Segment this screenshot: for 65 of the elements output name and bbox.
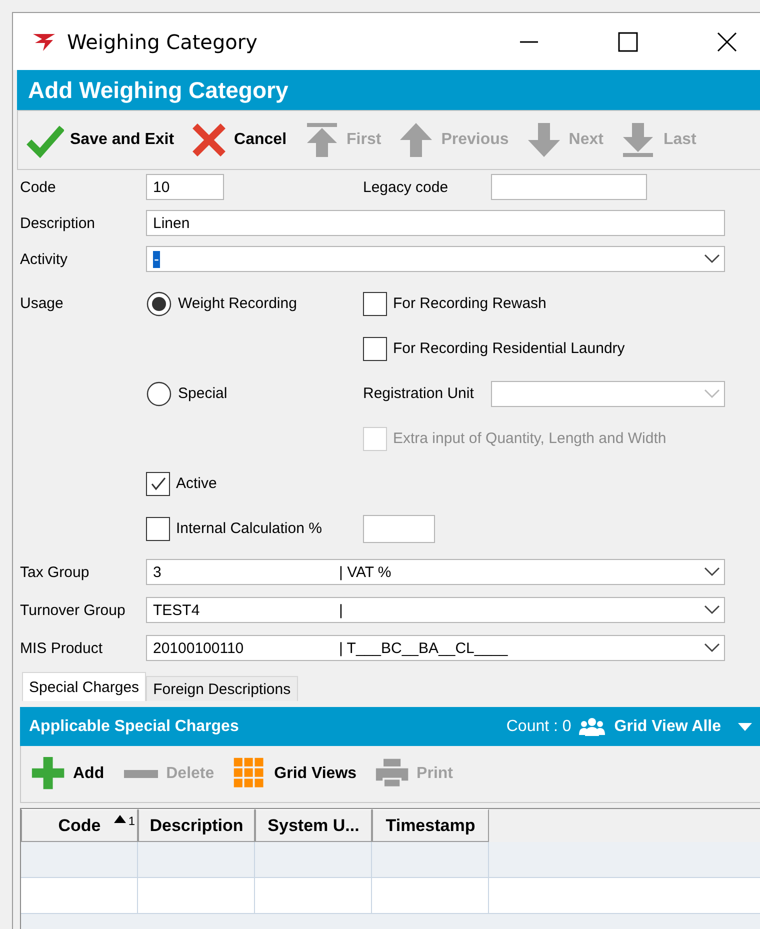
column-header[interactable]: Timestamp xyxy=(372,809,489,842)
checkbox[interactable] xyxy=(363,292,387,316)
checkbox[interactable] xyxy=(146,516,170,540)
checkmark-icon xyxy=(149,474,167,492)
radio-button[interactable] xyxy=(146,380,172,406)
column-header[interactable]: System U... xyxy=(255,809,372,842)
option-label: For Recording Rewash xyxy=(393,295,546,312)
field-label: MIS Product xyxy=(20,640,104,656)
checkbox[interactable] xyxy=(363,336,387,360)
tab[interactable]: Special Charges xyxy=(22,672,146,701)
dropdown-value: - xyxy=(153,250,160,268)
input-field[interactable] xyxy=(491,174,647,200)
column-header[interactable]: Description xyxy=(138,809,255,842)
dropdown-value: | T___BC__BA__CL____ xyxy=(339,640,509,656)
sort-indicator: 1 xyxy=(112,814,135,828)
option-label: Special xyxy=(178,385,228,402)
dropdown[interactable]: 20100100110 | T___BC__BA__CL____ xyxy=(146,635,725,661)
chevron-down-icon xyxy=(704,388,720,398)
option-label: Internal Calculation % xyxy=(176,520,322,537)
toolbar-button[interactable]: Grid Views xyxy=(232,756,357,792)
option-label: Weight Recording xyxy=(178,295,297,312)
option-label: Extra input of Quantity, Length and Width xyxy=(393,430,666,447)
chevron-down-icon xyxy=(704,567,720,577)
input-field[interactable]: 10 xyxy=(146,174,224,200)
option-label: Active xyxy=(176,475,217,492)
record-count: Count : 0 xyxy=(506,718,572,736)
toolbar-button[interactable]: Add xyxy=(31,756,104,792)
field-label: Turnover Group xyxy=(20,602,126,618)
field-label: Code xyxy=(20,178,57,196)
maximize-icon[interactable] xyxy=(616,30,640,54)
input-field[interactable] xyxy=(363,514,435,542)
dropdown-value: 20100100110 xyxy=(153,640,245,656)
column-header[interactable]: Code 1 xyxy=(21,809,138,842)
panel-title: Applicable Special Charges xyxy=(29,718,240,736)
dropdown-value: | VAT % xyxy=(339,564,392,580)
field-label: Legacy code xyxy=(363,178,450,196)
window-title: Weighing Category xyxy=(67,30,258,54)
dropdown-value: 3 xyxy=(153,564,162,580)
toolbar-button[interactable]: Save and Exit xyxy=(26,121,174,159)
dropdown[interactable]: - xyxy=(146,246,725,272)
form-header: Add Weighing Category xyxy=(17,70,760,110)
field-label: Activity xyxy=(20,250,69,268)
field-label: Usage xyxy=(20,295,64,312)
caret-down-icon[interactable] xyxy=(737,722,753,732)
field-label: Tax Group xyxy=(20,564,90,580)
field-label: Description xyxy=(20,214,96,232)
dropdown[interactable]: 3 | VAT % xyxy=(146,559,725,585)
plus-icon xyxy=(31,756,67,792)
close-icon[interactable] xyxy=(715,30,739,54)
dropdown[interactable]: TEST4 | xyxy=(146,597,725,623)
checkbox[interactable] xyxy=(146,472,170,496)
field-label: Registration Unit xyxy=(363,385,475,402)
tab[interactable]: Foreign Descriptions xyxy=(146,676,298,701)
dropdown-value: TEST4 xyxy=(153,602,201,618)
people-icon xyxy=(578,716,606,736)
minus-icon xyxy=(124,770,158,778)
chevron-down-icon xyxy=(704,254,720,264)
radio-button[interactable] xyxy=(146,290,172,316)
option-label: For Recording Residential Laundry xyxy=(393,340,625,357)
input-field[interactable]: Linen xyxy=(146,210,725,236)
chevron-down-icon xyxy=(704,643,720,653)
dropdown-value: | xyxy=(339,602,344,618)
toolbar-button[interactable]: Cancel xyxy=(190,121,287,159)
chevron-down-icon xyxy=(704,605,720,615)
sort-up-icon xyxy=(112,814,128,823)
